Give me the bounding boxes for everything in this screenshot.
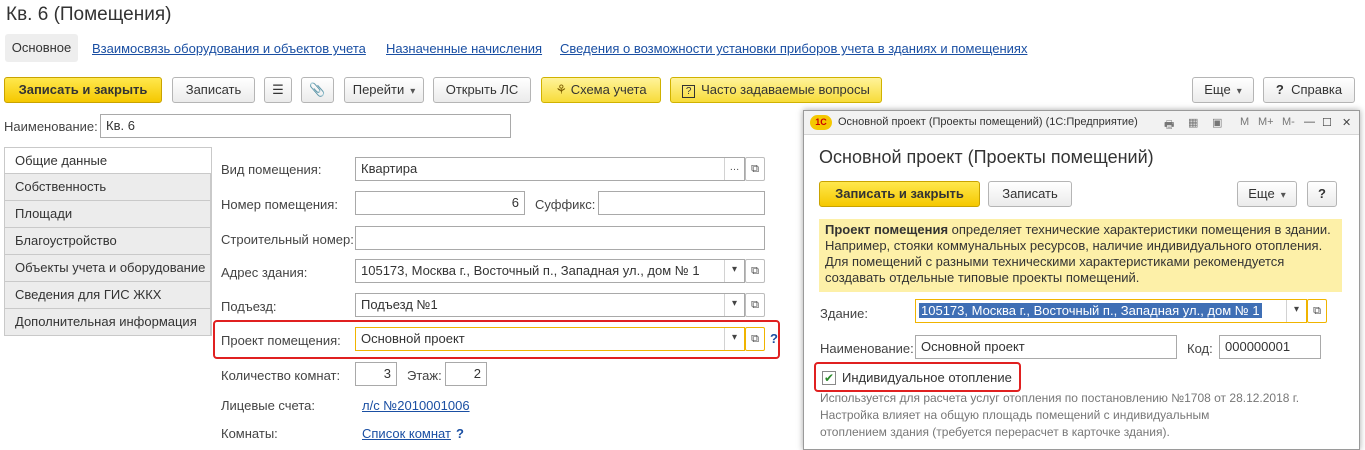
project-highlight <box>213 320 780 359</box>
scheme-button[interactable]: ⚘ Схема учета <box>541 77 661 103</box>
building-label: Здание: <box>820 306 868 321</box>
select-ellipsis-icon[interactable]: … <box>724 158 744 180</box>
memory-minus-icon[interactable]: M- <box>1282 116 1295 128</box>
modal-bar-title: Основной проект (Проекты помещений) (1С:… <box>838 116 1138 128</box>
entrance-field[interactable]: Подъезд №1 ▾ <box>355 293 745 317</box>
spreadsheet-icon[interactable]: ▦ <box>1188 116 1198 129</box>
tab-main[interactable]: Основное <box>5 34 78 62</box>
floor-input[interactable]: 2 <box>445 362 487 386</box>
code-label: Код: <box>1187 341 1213 356</box>
open-icon[interactable]: ⧉ <box>745 157 765 181</box>
save-button[interactable]: Записать <box>172 77 255 103</box>
tab-meter-info[interactable]: Сведения о возможности установки приборо… <box>560 41 1027 56</box>
help-button[interactable]: ? Справка <box>1263 77 1355 103</box>
building-field[interactable]: 105173, Москва г., Восточный п., Западна… <box>915 299 1307 323</box>
chevron-down-icon[interactable]: ▾ <box>724 294 744 316</box>
close-icon[interactable]: ✕ <box>1342 116 1351 129</box>
name-input[interactable]: Кв. 6 <box>100 114 511 138</box>
goto-dropdown-button[interactable]: Перейти <box>344 77 424 103</box>
accounts-link[interactable]: л/с №2010001006 <box>362 398 470 413</box>
side-tab-ownership[interactable]: Собственность <box>4 174 211 201</box>
code-input[interactable]: 000000001 <box>1219 335 1321 359</box>
modal-more-button[interactable]: Еще <box>1237 181 1297 207</box>
name-label: Наименование: <box>4 119 98 134</box>
scheme-icon: ⚘ <box>555 82 571 97</box>
side-tabs-divider <box>211 147 212 336</box>
room-type-label: Вид помещения: <box>221 162 322 177</box>
modal-name-label: Наименование: <box>820 341 914 356</box>
address-label: Адрес здания: <box>221 265 308 280</box>
window-title: Кв. 6 (Помещения) <box>6 4 172 25</box>
note-line-3: отоплением здания (требуется перерасчет … <box>820 425 1170 439</box>
heating-highlight <box>814 362 1021 392</box>
rooms-count-label: Количество комнат: <box>221 368 341 383</box>
modal-titlebar: 1С Основной проект (Проекты помещений) (… <box>804 111 1359 135</box>
accounts-label: Лицевые счета: <box>221 398 315 413</box>
address-field[interactable]: 105173, Москва г., Восточный п., Западна… <box>355 259 745 283</box>
1c-logo-icon: 1С <box>810 115 832 130</box>
chevron-down-icon[interactable]: ▾ <box>1286 300 1306 322</box>
room-number-label: Номер помещения: <box>221 197 338 212</box>
info-bold: Проект помещения <box>825 222 949 237</box>
suffix-input[interactable] <box>598 191 765 215</box>
note-line-2: Настройка влияет на общую площадь помеще… <box>820 408 1210 422</box>
modal-help-button[interactable]: ? <box>1307 181 1337 207</box>
modal-save-button[interactable]: Записать <box>988 181 1072 207</box>
help-icon: ? <box>1275 82 1284 97</box>
list-icon[interactable]: ☰ <box>264 77 292 103</box>
question-box-icon: ? <box>682 85 696 98</box>
rooms-count-input[interactable]: 3 <box>355 362 397 386</box>
side-tab-gis[interactable]: Сведения для ГИС ЖКХ <box>4 282 211 309</box>
printer-icon[interactable]: 🖶 <box>1164 116 1174 135</box>
side-tab-additional[interactable]: Дополнительная информация <box>4 309 211 336</box>
side-tab-amenities[interactable]: Благоустройство <box>4 228 211 255</box>
build-number-label: Строительный номер: <box>221 232 354 247</box>
suffix-label: Суффикс: <box>535 197 596 212</box>
tab-equipment-link[interactable]: Взаимосвязь оборудования и объектов учет… <box>92 41 366 56</box>
maximize-icon[interactable]: ☐ <box>1322 116 1332 129</box>
modal-save-and-close-button[interactable]: Записать и закрыть <box>819 181 980 207</box>
open-ls-button[interactable]: Открыть ЛС <box>433 77 531 103</box>
memory-m-icon[interactable]: M <box>1240 116 1249 128</box>
tab-charges[interactable]: Назначенные начисления <box>386 41 542 56</box>
chevron-down-icon[interactable]: ▾ <box>724 260 744 282</box>
open-icon[interactable]: ⧉ <box>745 259 765 283</box>
save-and-close-button[interactable]: Записать и закрыть <box>4 77 162 103</box>
minimize-icon[interactable]: — <box>1304 116 1315 128</box>
room-type-field[interactable]: Квартира … <box>355 157 745 181</box>
open-icon[interactable]: ⧉ <box>1307 299 1327 323</box>
floor-label: Этаж: <box>407 368 442 383</box>
note-line-1: Используется для расчета услуг отопления… <box>820 391 1300 405</box>
side-tab-equipment[interactable]: Объекты учета и оборудование <box>4 255 211 282</box>
room-number-input[interactable]: 6 <box>355 191 525 215</box>
more-button[interactable]: Еще <box>1192 77 1254 103</box>
memory-plus-icon[interactable]: M+ <box>1258 116 1274 128</box>
rooms-list-link[interactable]: Список комнат <box>362 426 451 441</box>
paperclip-icon[interactable]: 📎 <box>301 77 334 103</box>
faq-button[interactable]: ? Часто задаваемые вопросы <box>670 77 882 103</box>
modal-name-input[interactable]: Основной проект <box>915 335 1177 359</box>
calendar-icon[interactable]: ▣ <box>1212 116 1222 129</box>
build-number-input[interactable] <box>355 226 765 250</box>
info-panel: Проект помещения определяет технические … <box>819 219 1342 292</box>
modal-heading: Основной проект (Проекты помещений) <box>819 147 1154 167</box>
project-modal: 1С Основной проект (Проекты помещений) (… <box>803 110 1360 450</box>
entrance-label: Подъезд: <box>221 299 277 314</box>
side-tab-general[interactable]: Общие данные <box>4 147 211 174</box>
rooms-help-icon[interactable]: ? <box>456 426 464 441</box>
side-tab-areas[interactable]: Площади <box>4 201 211 228</box>
open-icon[interactable]: ⧉ <box>745 293 765 317</box>
rooms-label: Комнаты: <box>221 426 278 441</box>
